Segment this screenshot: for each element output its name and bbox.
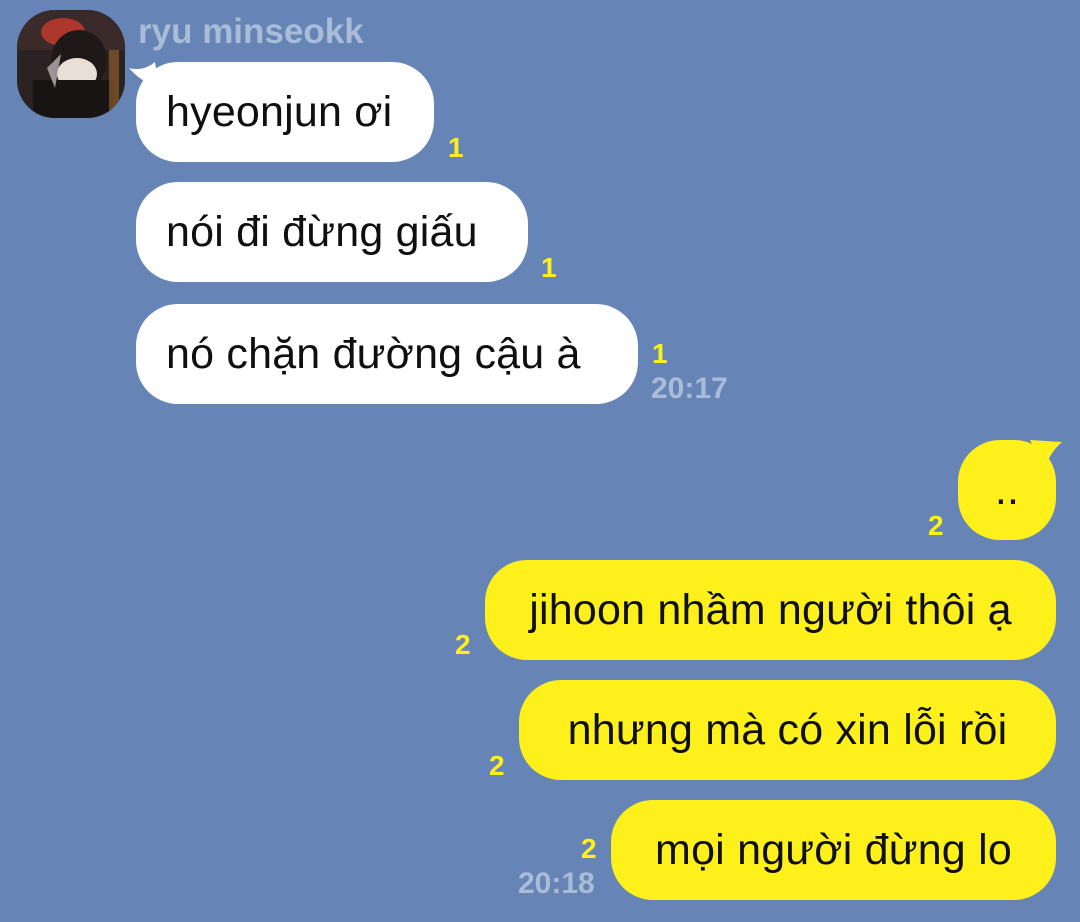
message-text: nó chặn đường cậu à [166, 329, 581, 378]
outgoing-message[interactable]: nhưng mà có xin lỗi rồi [519, 680, 1056, 780]
unread-count: 2 [489, 750, 505, 781]
unread-count: 2 [581, 833, 597, 864]
outgoing-message[interactable]: .. [958, 440, 1056, 540]
unread-count: 1 [652, 338, 668, 369]
message-text: jihoon nhầm người thôi ạ [529, 585, 1012, 634]
unread-count: 2 [928, 510, 944, 541]
message-text: nói đi đừng giấu [166, 207, 478, 256]
message-text: nhưng mà có xin lỗi rồi [567, 705, 1008, 754]
sender-avatar[interactable] [17, 10, 125, 118]
message-text: .. [994, 465, 1020, 514]
outgoing-message[interactable]: mọi người đừng lo [611, 800, 1056, 900]
sender-name: ryu minseokk [138, 12, 364, 51]
message-text: hyeonjun ơi [166, 87, 393, 136]
outgoing-message[interactable]: jihoon nhầm người thôi ạ [485, 560, 1056, 660]
message-timestamp: 20:18 [518, 867, 595, 900]
incoming-message[interactable]: hyeonjun ơi [136, 62, 434, 162]
message-timestamp: 20:17 [651, 372, 728, 405]
unread-count: 1 [448, 132, 464, 163]
incoming-message[interactable]: nói đi đừng giấu [136, 182, 528, 282]
message-text: mọi người đừng lo [655, 825, 1012, 874]
unread-count: 1 [541, 252, 557, 283]
incoming-message[interactable]: nó chặn đường cậu à [136, 304, 638, 404]
unread-count: 2 [455, 629, 471, 660]
